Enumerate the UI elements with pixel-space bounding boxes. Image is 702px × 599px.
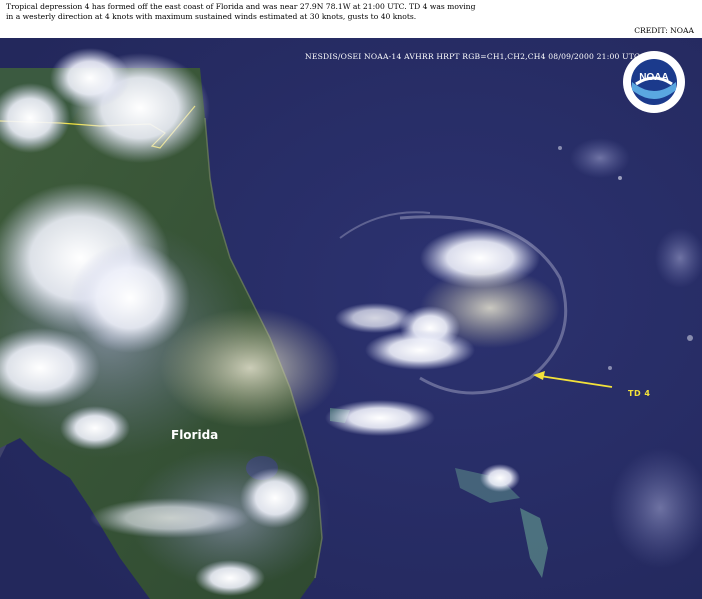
caption-line-2: in a westerly direction at 4 knots with …: [6, 12, 417, 21]
td4-convection-3: [335, 303, 415, 333]
cloud-speck-3: [558, 146, 562, 150]
cloud-speck-2: [618, 176, 622, 180]
cloud-cluster-10: [325, 400, 435, 436]
image-caption: Tropical depression 4 has formed off the…: [6, 2, 476, 22]
cloud-cluster-11: [480, 464, 520, 492]
image-header: NESDIS/OSEI NOAA-14 AVHRR HRPT RGB=CH1,C…: [305, 52, 641, 61]
td4-label: TD 4: [628, 389, 651, 398]
thin-cloud-1: [160, 308, 340, 428]
cloud-cluster-9: [195, 560, 265, 596]
cloud-cluster-13: [570, 138, 630, 178]
credit-text: CREDIT: NOAA: [634, 26, 694, 35]
cloud-cluster-8: [240, 468, 310, 528]
cloud-cluster-7: [60, 406, 130, 450]
cloud-speck-5: [608, 366, 612, 370]
florida-label: Florida: [171, 428, 219, 442]
noaa-logo-text: NOAA: [639, 72, 668, 83]
cloud-cluster-5: [70, 243, 190, 353]
td4-convection-2: [365, 330, 475, 370]
noaa-logo: NOAA: [623, 51, 685, 113]
cloud-speck-4: [687, 335, 693, 341]
satellite-scene: [0, 38, 702, 599]
satellite-image: NESDIS/OSEI NOAA-14 AVHRR HRPT RGB=CH1,C…: [0, 38, 702, 599]
caption-line-1: Tropical depression 4 has formed off the…: [6, 2, 476, 11]
cloud-band-south: [90, 498, 250, 538]
